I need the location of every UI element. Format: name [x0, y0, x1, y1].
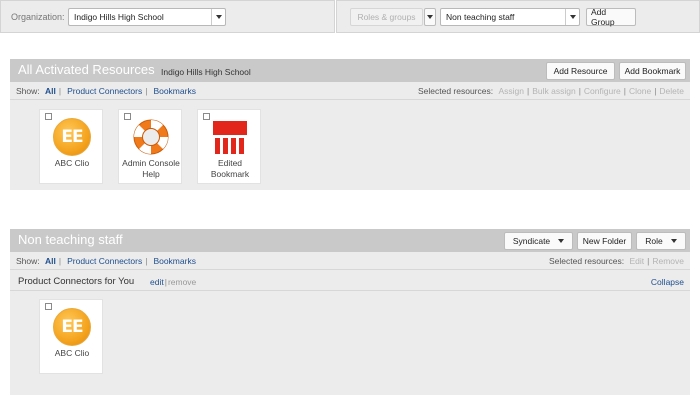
folder-collapse-link[interactable]: Collapse	[651, 277, 684, 287]
new-folder-label: New Folder	[582, 236, 627, 246]
filter-bookmarks[interactable]: Bookmarks	[153, 86, 196, 96]
resource-tile-edited-bookmark[interactable]: Edited Bookmark	[197, 109, 261, 184]
show-label: Show:	[16, 86, 40, 96]
tile-checkbox[interactable]	[203, 113, 210, 120]
tile-checkbox[interactable]	[124, 113, 131, 120]
add-bookmark-label: Add Bookmark	[624, 66, 681, 76]
add-bookmark-button[interactable]: Add Bookmark	[619, 62, 686, 80]
tile-label: Admin Console Help	[122, 158, 180, 179]
resource-tile-admin-console-help[interactable]: Admin Console Help	[118, 109, 182, 184]
divider: |	[623, 86, 626, 96]
add-resource-button[interactable]: Add Resource	[546, 62, 615, 80]
ee-icon: EE	[53, 118, 91, 156]
ee-icon: EE	[53, 308, 91, 346]
ee-icon-text: EE	[53, 308, 91, 346]
selected-resources-actions: Selected resources: Assign | Bulk assign | C…	[418, 86, 684, 96]
organization-select[interactable]: Indigo Hills High School	[68, 8, 226, 26]
divider: |	[654, 86, 657, 96]
delete-action[interactable]: Delete	[659, 86, 684, 96]
bookmark-icon	[211, 118, 249, 156]
chevron-down-icon	[427, 15, 433, 19]
divider: |	[145, 256, 148, 266]
selected-resources-label: Selected resources:	[548, 256, 625, 266]
organization-label: Organization:	[11, 12, 65, 22]
divider: |	[145, 86, 148, 96]
edit-action[interactable]: Edit	[629, 256, 644, 266]
add-group-button[interactable]: Add Group	[586, 7, 636, 27]
role-label: Role	[645, 236, 663, 246]
folder-header: Product Connectors for You edit|remove C…	[10, 271, 690, 291]
filter-bar: Show: All | Product Connectors | Bookmarks S…	[10, 252, 690, 270]
divider: |	[58, 256, 62, 266]
tile-checkbox[interactable]	[45, 303, 52, 310]
organization-select-value: Indigo Hills High School	[74, 12, 164, 22]
role-button[interactable]: Role	[636, 232, 686, 250]
filter-all[interactable]: All	[45, 256, 56, 266]
syndicate-button[interactable]: Syndicate	[504, 232, 573, 250]
divider: |	[647, 256, 650, 266]
resource-tile-abc-clio[interactable]: EE ABC Clio	[39, 109, 103, 184]
show-filters: Show: All | Product Connectors | Bookmarks	[16, 86, 196, 96]
chevron-down-icon	[211, 9, 225, 25]
group-resources-panel: Non teaching staff Syndicate New Folder …	[10, 229, 690, 395]
divider: |	[58, 86, 62, 96]
folder-links: edit|remove	[150, 277, 196, 287]
add-group-label: Add Group	[591, 7, 615, 27]
filter-bookmarks[interactable]: Bookmarks	[153, 256, 196, 266]
filter-all[interactable]: All	[45, 86, 56, 96]
add-resource-label: Add Resource	[553, 66, 608, 76]
tile-checkbox[interactable]	[45, 113, 52, 120]
group-select[interactable]: Non teaching staff	[440, 8, 580, 26]
group-resources-header: Non teaching staff Syndicate New Folder …	[10, 229, 690, 252]
filter-product-connectors[interactable]: Product Connectors	[67, 86, 142, 96]
panel-title: Non teaching staff	[18, 232, 123, 247]
resource-tile-abc-clio[interactable]: EE ABC Clio	[39, 299, 103, 374]
bulk-assign-action[interactable]: Bulk assign	[532, 86, 575, 96]
folder-remove-link[interactable]: remove	[168, 277, 196, 287]
filter-bar: Show: All | Product Connectors | Bookmarks S…	[10, 82, 690, 100]
chevron-down-icon	[670, 239, 677, 243]
selected-resources-label: Selected resources:	[417, 86, 494, 96]
activated-resources-panel: All Activated Resources Indigo Hills Hig…	[10, 59, 690, 190]
organization-bar: Organization: Indigo Hills High School	[0, 0, 335, 33]
remove-action[interactable]: Remove	[652, 256, 684, 266]
configure-action[interactable]: Configure	[584, 86, 621, 96]
filter-product-connectors[interactable]: Product Connectors	[67, 256, 142, 266]
ee-icon-text: EE	[53, 118, 91, 156]
chevron-down-icon	[558, 239, 565, 243]
selected-resources-actions: Selected resources: Edit | Remove	[549, 256, 684, 266]
new-folder-button[interactable]: New Folder	[577, 232, 632, 250]
assign-action[interactable]: Assign	[498, 86, 524, 96]
chevron-down-icon	[565, 9, 579, 25]
lifebuoy-icon	[132, 118, 170, 156]
show-filters: Show: All | Product Connectors | Bookmarks	[16, 256, 196, 266]
panel-subtitle: Indigo Hills High School	[161, 67, 251, 77]
syndicate-label: Syndicate	[512, 236, 551, 246]
folder-name: Product Connectors for You	[18, 276, 135, 287]
tile-label: ABC Clio	[54, 348, 90, 358]
show-label: Show:	[16, 256, 40, 266]
divider: |	[578, 86, 581, 96]
activated-resources-header: All Activated Resources Indigo Hills Hig…	[10, 59, 690, 82]
folder-edit-link[interactable]: edit	[150, 277, 164, 287]
panel-title: All Activated Resources	[18, 62, 155, 77]
divider: |	[527, 86, 530, 96]
tile-label: Edited Bookmark	[210, 158, 250, 179]
clone-action[interactable]: Clone	[629, 86, 651, 96]
group-select-value: Non teaching staff	[446, 12, 515, 22]
roles-groups-label: Roles & groups	[357, 12, 416, 22]
roles-groups-button[interactable]: Roles & groups	[350, 8, 423, 26]
divider: |	[164, 277, 167, 287]
roles-groups-dropdown-button[interactable]	[424, 8, 436, 26]
group-bar: Roles & groups Non teaching staff Add Gr…	[336, 0, 700, 33]
tile-label: ABC Clio	[54, 158, 90, 168]
